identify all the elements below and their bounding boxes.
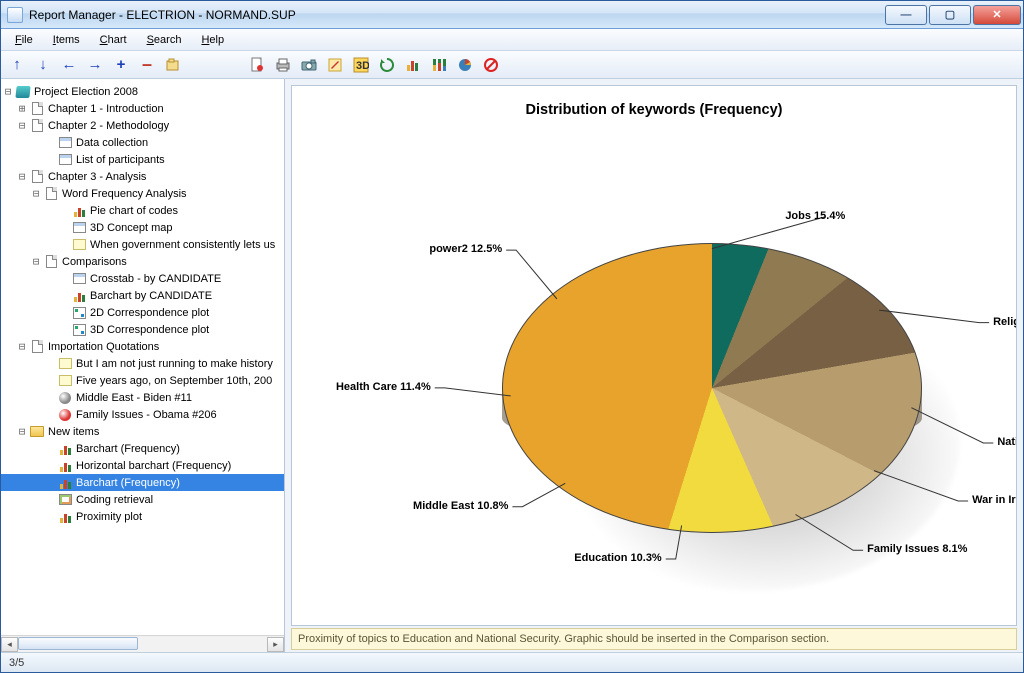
tree-node[interactable]: List of participants	[1, 151, 284, 168]
window-title: Report Manager - ELECTRION - NORMAND.SUP	[29, 8, 885, 22]
content-pane: Distribution of keywords (Frequency) Job…	[285, 79, 1023, 652]
note-bar: Proximity of topics to Education and Nat…	[291, 628, 1017, 650]
tree-node[interactable]: 3D Correspondence plot	[1, 321, 284, 338]
tree-node[interactable]: Pie chart of codes	[1, 202, 284, 219]
edit-button[interactable]	[325, 55, 345, 75]
pie-label: Family Issues 8.1%	[867, 543, 967, 555]
tree-node[interactable]: Barchart by CANDIDATE	[1, 287, 284, 304]
pie-label: power2 12.5%	[356, 243, 502, 255]
menu-file[interactable]: File	[7, 32, 41, 48]
tree-node[interactable]: Five years ago, on September 10th, 200	[1, 372, 284, 389]
svg-text:3D: 3D	[356, 60, 369, 72]
tree-node[interactable]: 3D Concept map	[1, 219, 284, 236]
pie-label: Jobs 15.4%	[785, 210, 845, 222]
tree-node[interactable]: Horizontal barchart (Frequency)	[1, 457, 284, 474]
tree-node[interactable]: ⊟New items	[1, 423, 284, 440]
pie-label: Religion 15.7%	[993, 316, 1017, 328]
export-button[interactable]	[163, 55, 183, 75]
pie-label: National Security 7.7%	[997, 436, 1017, 448]
tree-node[interactable]: Barchart (Frequency)	[1, 474, 284, 491]
tree-node[interactable]: ⊟Comparisons	[1, 253, 284, 270]
tree-node[interactable]: ⊟Importation Quotations	[1, 338, 284, 355]
remove-button[interactable]: –	[137, 55, 157, 75]
menubar: File Items Chart Search Help	[1, 29, 1023, 51]
tree-node[interactable]: ⊟Project Election 2008	[1, 83, 284, 100]
toolbar: ↑ ↓ ← → + – 3D	[1, 51, 1023, 79]
tree-node[interactable]: 2D Correspondence plot	[1, 304, 284, 321]
menu-search[interactable]: Search	[139, 32, 190, 48]
tree-node[interactable]: ⊞Chapter 1 - Introduction	[1, 100, 284, 117]
tree-node[interactable]: ⊟Chapter 2 - Methodology	[1, 117, 284, 134]
tree-node[interactable]: Middle East - Biden #11	[1, 389, 284, 406]
tree-node[interactable]: Coding retrieval	[1, 491, 284, 508]
tree-node[interactable]: ⊟Chapter 3 - Analysis	[1, 168, 284, 185]
camera-button[interactable]	[299, 55, 319, 75]
3d-button[interactable]: 3D	[351, 55, 371, 75]
barchart-button[interactable]	[403, 55, 423, 75]
stop-button[interactable]	[481, 55, 501, 75]
menu-help[interactable]: Help	[193, 32, 232, 48]
tree-node[interactable]: Crosstab - by CANDIDATE	[1, 270, 284, 287]
app-icon	[7, 7, 23, 23]
nav-left-button[interactable]: ←	[59, 55, 79, 75]
titlebar: Report Manager - ELECTRION - NORMAND.SUP…	[1, 1, 1023, 29]
nav-up-button[interactable]: ↑	[7, 55, 27, 75]
chart-title: Distribution of keywords (Frequency)	[292, 102, 1016, 118]
pie-chart	[502, 243, 922, 533]
close-button[interactable]: ✕	[973, 5, 1021, 25]
project-tree[interactable]: ⊟Project Election 2008⊞Chapter 1 - Intro…	[1, 79, 284, 529]
tree-node[interactable]: Data collection	[1, 134, 284, 151]
print-button[interactable]	[273, 55, 293, 75]
pie-label: Health Care 11.4%	[291, 381, 431, 393]
status-text: 3/5	[9, 657, 24, 669]
menu-items[interactable]: Items	[45, 32, 88, 48]
tree-node[interactable]: But I am not just running to make histor…	[1, 355, 284, 372]
pie-label: Middle East 10.8%	[362, 500, 508, 512]
tree-node[interactable]: ⊟Word Frequency Analysis	[1, 185, 284, 202]
tree-node[interactable]: When government consistently lets us	[1, 236, 284, 253]
chart-area: Distribution of keywords (Frequency) Job…	[291, 85, 1017, 626]
tree-node[interactable]: Proximity plot	[1, 508, 284, 525]
doc-button[interactable]	[247, 55, 267, 75]
pie-button[interactable]	[455, 55, 475, 75]
tree-node[interactable]: Barchart (Frequency)	[1, 440, 284, 457]
statusbar: 3/5	[1, 652, 1023, 672]
refresh-button[interactable]	[377, 55, 397, 75]
pie-label: Education 10.3%	[516, 552, 662, 564]
maximize-button[interactable]: ▢	[929, 5, 971, 25]
stacked-button[interactable]	[429, 55, 449, 75]
nav-right-button[interactable]: →	[85, 55, 105, 75]
tree-node[interactable]: Family Issues - Obama #206	[1, 406, 284, 423]
add-button[interactable]: +	[111, 55, 131, 75]
pie-label: War in Iraq 8.0%	[972, 494, 1017, 506]
tree-pane: ⊟Project Election 2008⊞Chapter 1 - Intro…	[1, 79, 285, 652]
tree-hscrollbar[interactable]: ◂▸	[1, 635, 284, 652]
nav-down-button[interactable]: ↓	[33, 55, 53, 75]
menu-chart[interactable]: Chart	[92, 32, 135, 48]
minimize-button[interactable]: —	[885, 5, 927, 25]
